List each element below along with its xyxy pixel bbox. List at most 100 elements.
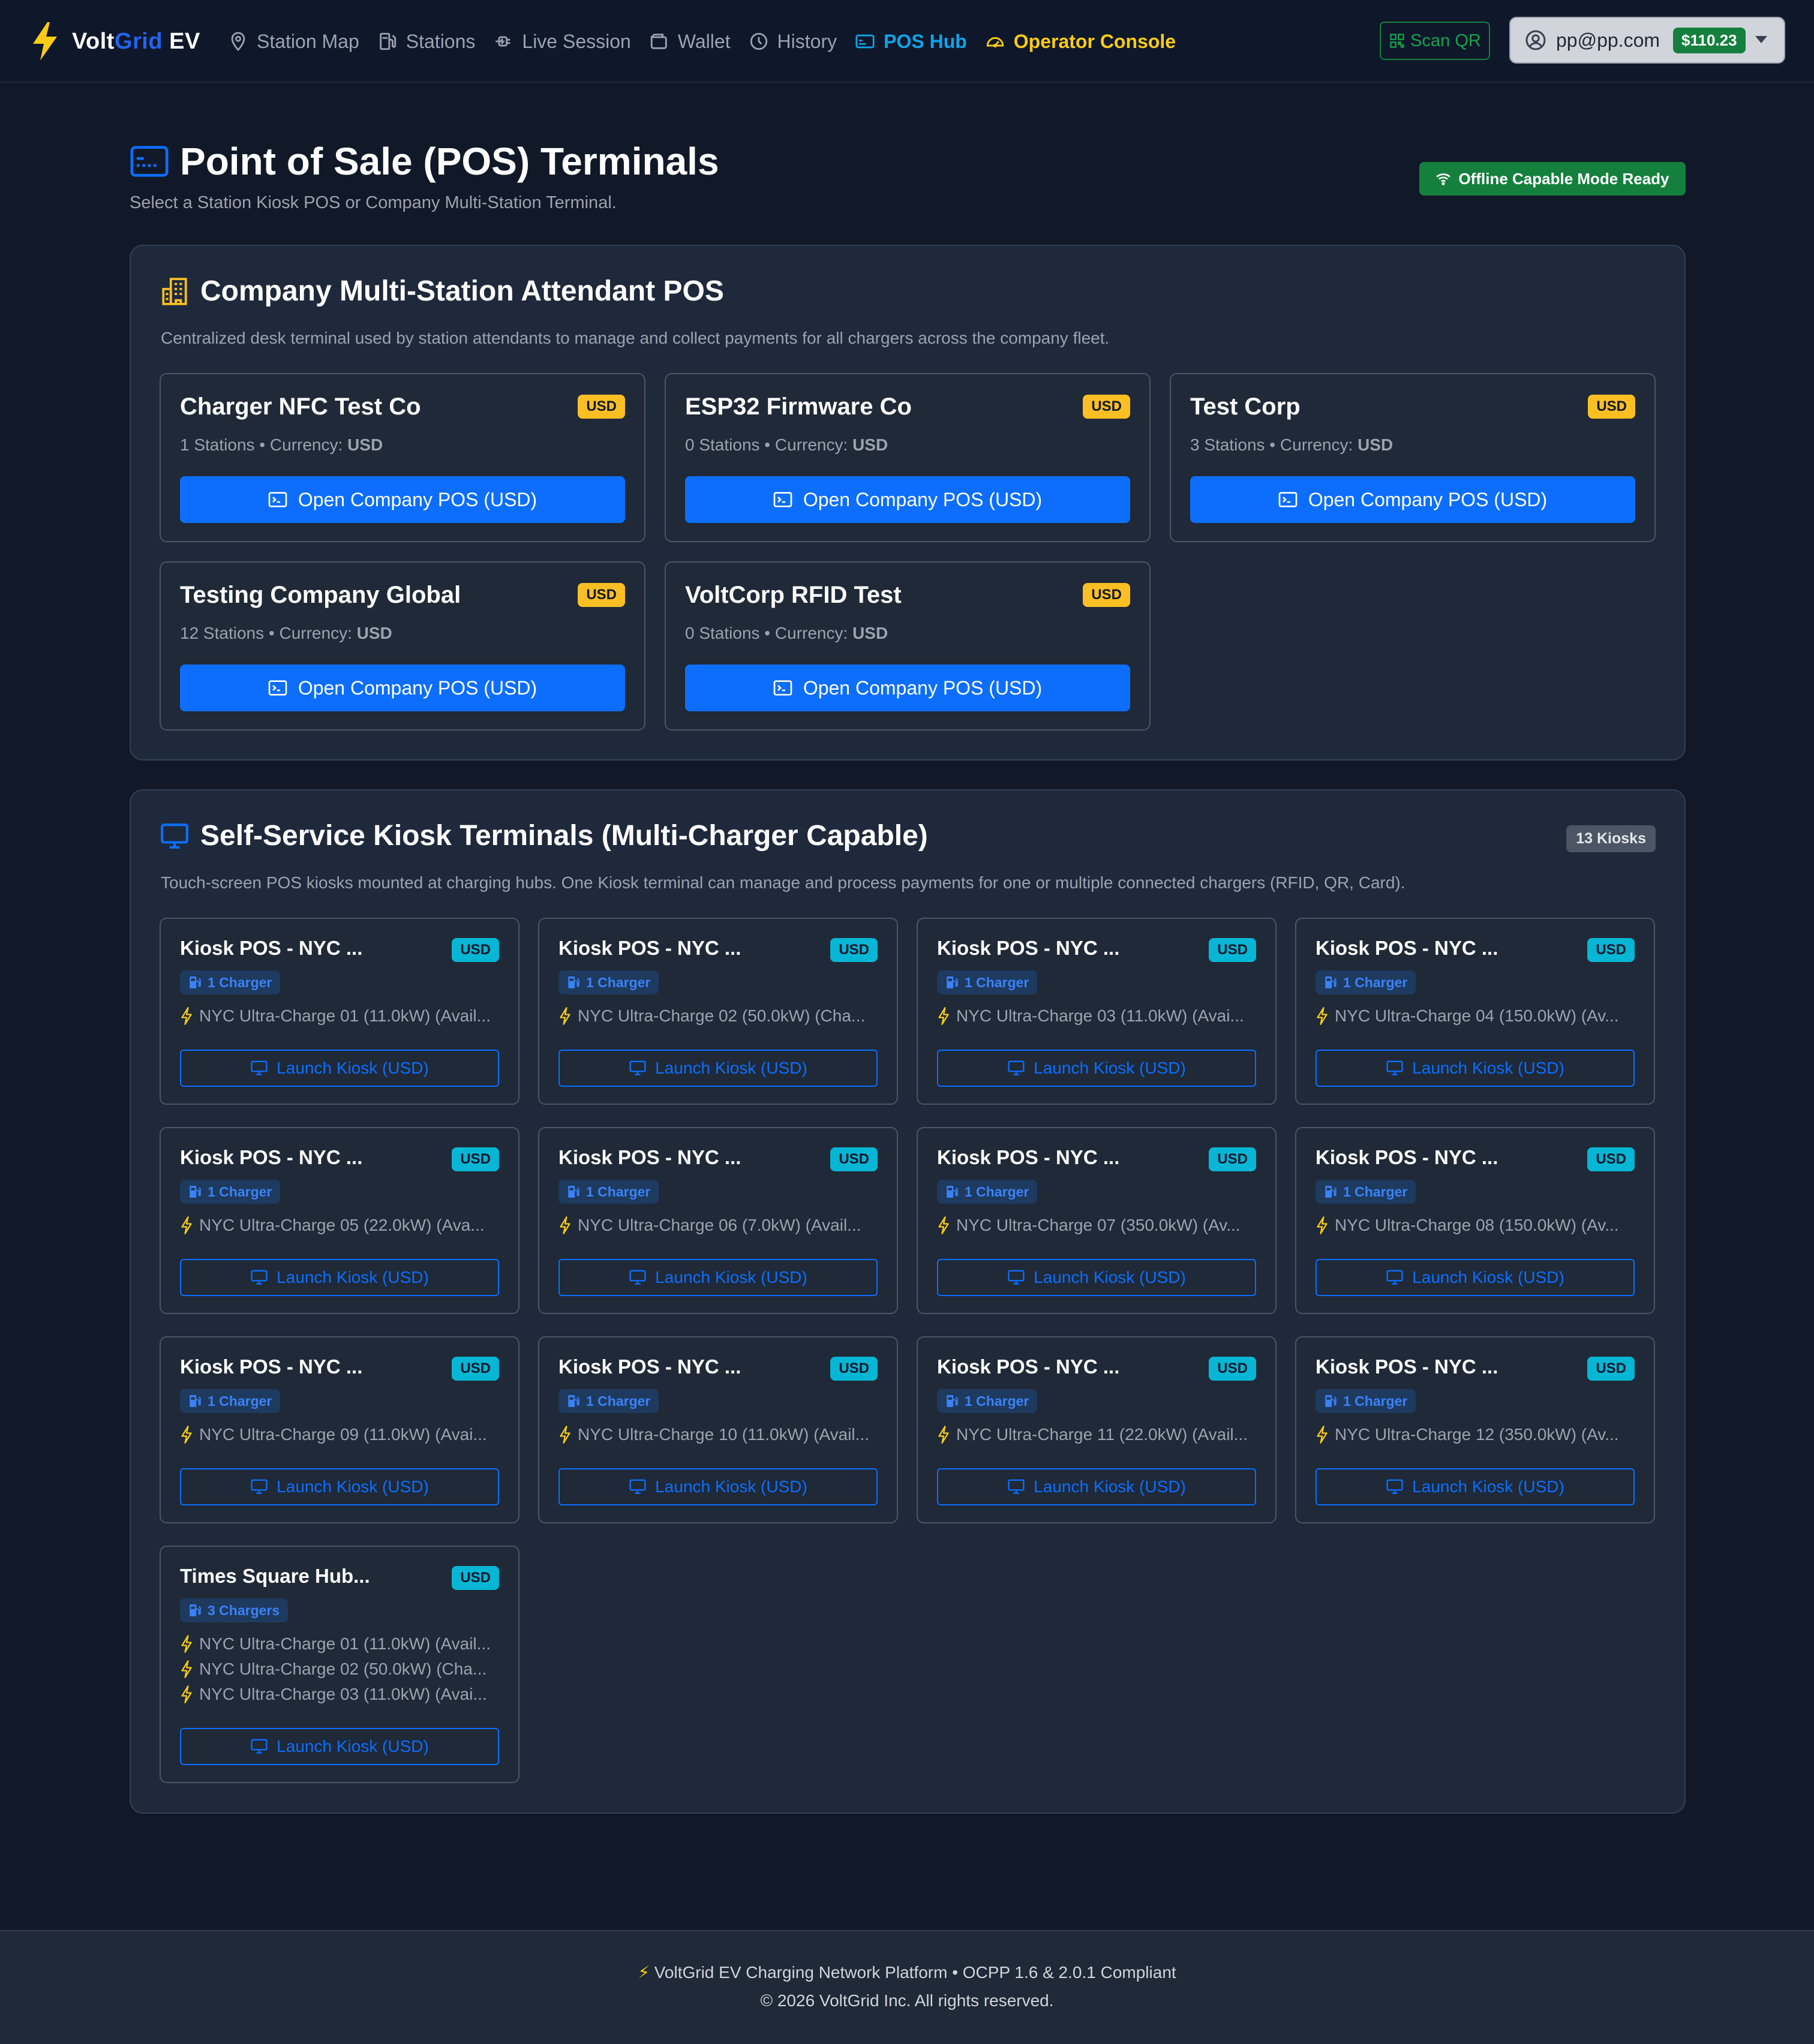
monitor-icon — [1008, 1060, 1025, 1075]
qr-code-icon — [1390, 34, 1404, 48]
kiosk-panel-description: Touch-screen POS kiosks mounted at charg… — [161, 873, 1405, 892]
currency-badge: USD — [1587, 938, 1635, 962]
company-panel-header: Company Multi-Station Attendant POS — [160, 275, 724, 308]
kiosk-card: Kiosk POS - NYC ... USD 1 Charger NYC Ultra… — [917, 1127, 1277, 1314]
kiosk-card: Kiosk POS - NYC ... USD 1 Charger NYC Ultra… — [160, 1127, 519, 1314]
company-meta: 0 Stations • Currency: USD — [685, 435, 888, 454]
launch-kiosk-button[interactable]: Launch Kiosk (USD) — [558, 1259, 878, 1296]
lightning-bolt-icon — [181, 1007, 192, 1025]
monitor-icon — [1386, 1479, 1403, 1494]
launch-kiosk-button[interactable]: Launch Kiosk (USD) — [180, 1259, 499, 1296]
nav-station-map[interactable]: Station Map — [228, 31, 359, 53]
charger-line: NYC Ultra-Charge 09 (11.0kW) (Avai... — [180, 1425, 487, 1444]
lightning-bolt-icon — [33, 22, 57, 61]
station-count: 1 Stations — [180, 435, 255, 454]
company-panel-description: Centralized desk terminal used by statio… — [161, 329, 1110, 347]
charger-label: NYC Ultra-Charge 09 (11.0kW) (Avai... — [199, 1425, 487, 1444]
speedometer-icon — [986, 37, 1004, 48]
fuel-pump-icon — [947, 976, 958, 988]
footer: ⚡ VoltGrid EV Charging Network Platform … — [0, 1930, 1814, 2044]
button-label: Launch Kiosk (USD) — [655, 1268, 807, 1286]
lightning-bolt-icon — [938, 1007, 949, 1025]
monitor-icon — [251, 1270, 268, 1285]
scan-qr-label: Scan QR — [1410, 31, 1481, 50]
currency-label: Currency: — [279, 624, 352, 642]
fuel-pump-icon — [568, 1186, 579, 1198]
company-name: Charger NFC Test Co — [180, 393, 421, 420]
user-menu-dropdown[interactable]: pp@pp.com $110.23 — [1509, 17, 1785, 64]
launch-kiosk-button[interactable]: Launch Kiosk (USD) — [1316, 1259, 1635, 1296]
launch-kiosk-button[interactable]: Launch Kiosk (USD) — [180, 1050, 499, 1087]
page-subtitle: Select a Station Kiosk POS or Company Mu… — [130, 193, 617, 212]
kiosk-name: Kiosk POS - NYC ... — [937, 1355, 1120, 1378]
launch-kiosk-button[interactable]: Launch Kiosk (USD) — [1316, 1468, 1635, 1505]
charger-count-badge: 1 Charger — [937, 1180, 1038, 1204]
charger-count: 1 Charger — [1343, 1393, 1408, 1409]
kiosk-card: Kiosk POS - NYC ... USD 1 Charger NYC Ultra… — [917, 918, 1277, 1105]
button-label: Launch Kiosk (USD) — [1412, 1059, 1564, 1077]
kiosk-card: Times Square Hub... USD 3 Chargers NYC Ultr… — [160, 1546, 519, 1783]
button-label: Launch Kiosk (USD) — [277, 1059, 429, 1077]
launch-kiosk-button[interactable]: Launch Kiosk (USD) — [180, 1728, 499, 1765]
open-company-pos-button[interactable]: Open Company POS (USD) — [685, 476, 1130, 523]
open-company-pos-button[interactable]: Open Company POS (USD) — [180, 476, 625, 523]
currency-badge: USD — [1083, 395, 1130, 419]
launch-kiosk-button[interactable]: Launch Kiosk (USD) — [558, 1468, 878, 1505]
company-meta: 1 Stations • Currency: USD — [180, 435, 383, 454]
map-pin-icon — [231, 32, 245, 52]
launch-kiosk-button[interactable]: Launch Kiosk (USD) — [180, 1468, 499, 1505]
charger-count-badge: 1 Charger — [180, 1180, 281, 1204]
button-label: Launch Kiosk (USD) — [277, 1268, 429, 1286]
launch-kiosk-button[interactable]: Launch Kiosk (USD) — [937, 1468, 1256, 1505]
nav-live-session[interactable]: Live Session — [493, 31, 631, 53]
charger-count-badge: 1 Charger — [1316, 1180, 1416, 1204]
nav-history[interactable]: History — [749, 31, 837, 53]
monitor-icon — [1008, 1479, 1025, 1494]
monitor-icon — [629, 1060, 646, 1075]
launch-kiosk-button[interactable]: Launch Kiosk (USD) — [937, 1259, 1256, 1296]
charger-count-badge: 1 Charger — [1316, 1389, 1416, 1413]
fuel-pump-icon — [1325, 1186, 1337, 1198]
nav-stations[interactable]: Stations — [377, 31, 475, 53]
currency-badge: USD — [1587, 1357, 1635, 1381]
lightning-bolt-icon — [181, 1635, 192, 1653]
fuel-pump-icon — [947, 1395, 958, 1407]
charger-line: NYC Ultra-Charge 10 (11.0kW) (Avail... — [558, 1425, 869, 1444]
launch-kiosk-button[interactable]: Launch Kiosk (USD) — [937, 1050, 1256, 1087]
kiosk-name: Times Square Hub... — [180, 1565, 370, 1587]
charger-line: NYC Ultra-Charge 02 (50.0kW) (Cha... — [180, 1660, 486, 1679]
button-label: Launch Kiosk (USD) — [1034, 1477, 1186, 1496]
button-label: Open Company POS (USD) — [803, 488, 1043, 510]
nav-pos-hub[interactable]: POS Hub — [855, 31, 967, 53]
currency-value: USD — [852, 624, 888, 642]
open-company-pos-button[interactable]: Open Company POS (USD) — [1190, 476, 1635, 523]
user-email: pp@pp.com — [1556, 29, 1660, 51]
kiosk-card: Kiosk POS - NYC ... USD 1 Charger NYC Ultra… — [538, 1336, 898, 1523]
charger-count-badge: 1 Charger — [180, 970, 281, 994]
charger-line: NYC Ultra-Charge 05 (22.0kW) (Ava... — [180, 1216, 485, 1235]
kiosk-name: Kiosk POS - NYC ... — [1316, 1146, 1498, 1168]
monitor-icon — [1386, 1060, 1403, 1075]
charger-count: 1 Charger — [965, 1393, 1029, 1409]
kiosk-name: Kiosk POS - NYC ... — [558, 1146, 741, 1168]
brand-name: VoltGrid EV — [72, 28, 200, 54]
scan-qr-button[interactable]: Scan QR — [1380, 22, 1490, 60]
company-panel-title: Company Multi-Station Attendant POS — [200, 275, 724, 307]
open-company-pos-button[interactable]: Open Company POS (USD) — [180, 665, 625, 711]
charger-label: NYC Ultra-Charge 01 (11.0kW) (Avail... — [199, 1006, 491, 1025]
open-company-pos-button[interactable]: Open Company POS (USD) — [685, 665, 1130, 711]
kiosk-name: Kiosk POS - NYC ... — [1316, 1355, 1498, 1378]
nav-operator-console[interactable]: Operator Console — [985, 31, 1176, 53]
monitor-icon — [251, 1060, 268, 1075]
currency-badge: USD — [830, 1147, 878, 1171]
monitor-icon — [629, 1479, 646, 1494]
nav-wallet[interactable]: Wallet — [649, 31, 731, 53]
launch-kiosk-button[interactable]: Launch Kiosk (USD) — [1316, 1050, 1635, 1087]
launch-kiosk-button[interactable]: Launch Kiosk (USD) — [558, 1050, 878, 1087]
clock-icon — [750, 32, 767, 50]
charger-count-badge: 1 Charger — [558, 970, 659, 994]
charger-count: 1 Charger — [1343, 974, 1408, 990]
button-label: Launch Kiosk (USD) — [1034, 1268, 1186, 1286]
button-label: Launch Kiosk (USD) — [277, 1737, 429, 1756]
brand-logo[interactable]: VoltGrid EV — [30, 22, 200, 61]
